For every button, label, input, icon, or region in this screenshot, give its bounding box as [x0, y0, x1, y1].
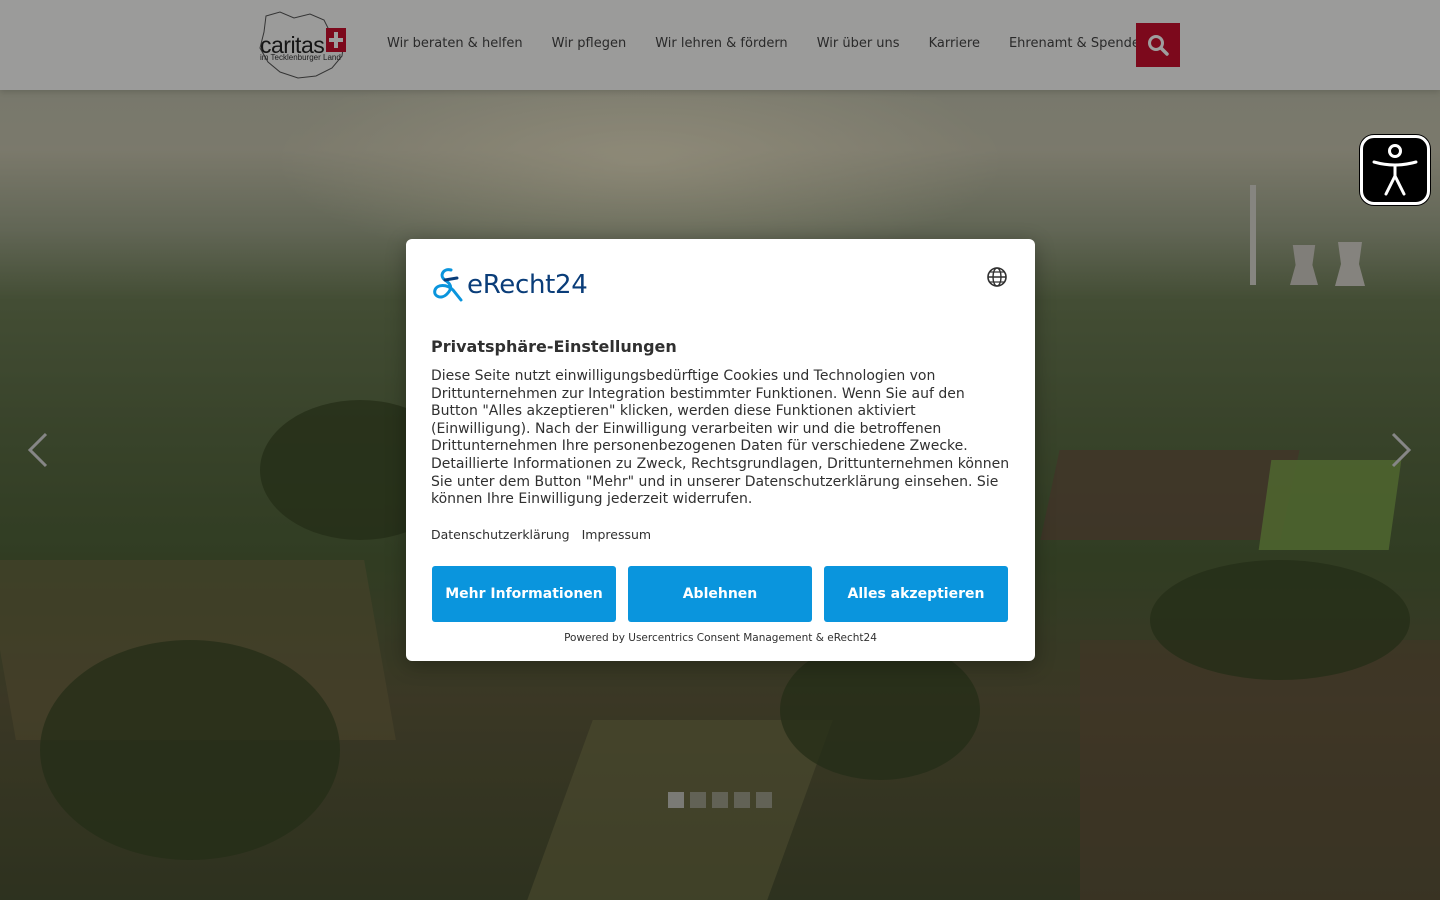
consent-description: Diese Seite nutzt einwilligungsbedürftig…: [431, 368, 1010, 508]
privacy-policy-link[interactable]: Datenschutzerklärung: [431, 527, 570, 542]
more-information-button[interactable]: Mehr Informationen: [432, 566, 616, 622]
deny-button[interactable]: Ablehnen: [628, 566, 812, 622]
accessibility-button[interactable]: [1360, 135, 1430, 205]
erecht24-brand-text: eRecht24: [467, 270, 588, 300]
erecht24-logo: eRecht24: [431, 265, 588, 305]
accept-all-button[interactable]: Alles akzeptieren: [824, 566, 1008, 622]
erecht24-symbol-icon: [433, 268, 463, 302]
language-selector[interactable]: [986, 266, 1008, 288]
imprint-link[interactable]: Impressum: [582, 527, 651, 542]
globe-icon: [987, 267, 1007, 287]
powered-by-text: Powered by Usercentrics Consent Manageme…: [564, 632, 877, 644]
consent-dialog: eRecht24 Privatsphäre-Einstellungen Dies…: [406, 239, 1035, 661]
accessibility-person-icon: [1372, 144, 1418, 196]
consent-links: Datenschutzerklärung Impressum: [431, 527, 651, 542]
consent-title: Privatsphäre-Einstellungen: [431, 337, 677, 356]
